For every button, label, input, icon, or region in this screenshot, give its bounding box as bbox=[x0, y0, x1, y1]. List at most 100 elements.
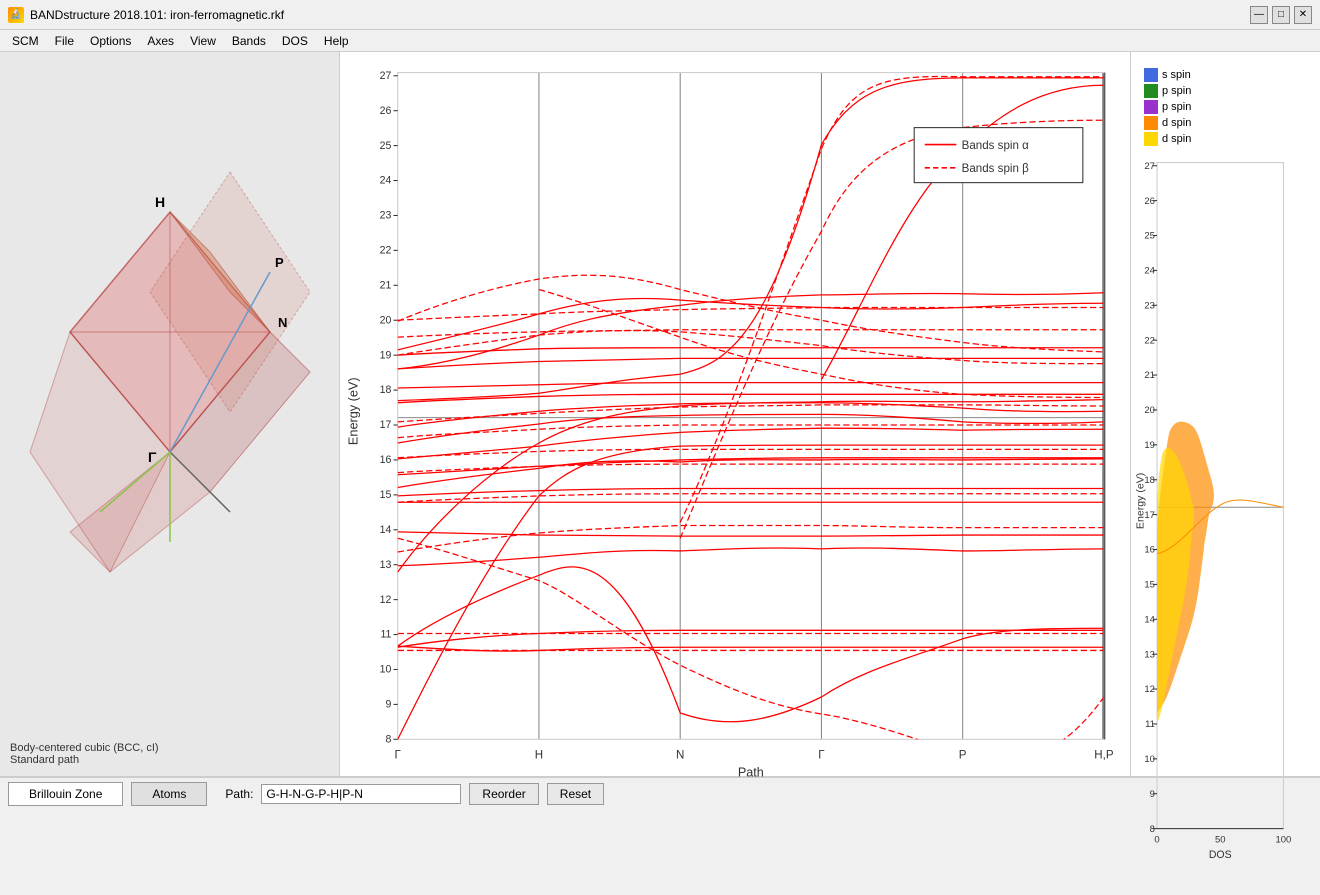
svg-text:Γ: Γ bbox=[818, 748, 825, 761]
minimize-button[interactable]: — bbox=[1250, 6, 1268, 24]
dos-label-d-spin1: d spin bbox=[1162, 117, 1191, 129]
svg-text:16: 16 bbox=[1144, 545, 1155, 556]
dos-color-p-spin2 bbox=[1144, 100, 1158, 114]
svg-text:17: 17 bbox=[380, 419, 392, 431]
svg-text:11: 11 bbox=[1145, 719, 1155, 730]
svg-text:H: H bbox=[535, 748, 543, 761]
dos-label-p-spin2: p spin bbox=[1162, 101, 1191, 113]
path-label: Path: bbox=[225, 787, 253, 801]
left-panel: H N Γ P Body-centered cubic (BCC, cI) St… bbox=[0, 52, 340, 776]
svg-text:10: 10 bbox=[380, 664, 392, 676]
main-content: H N Γ P Body-centered cubic (BCC, cI) St… bbox=[0, 52, 1320, 776]
svg-text:9: 9 bbox=[386, 699, 392, 711]
svg-text:23: 23 bbox=[1144, 300, 1155, 311]
svg-text:Energy (eV): Energy (eV) bbox=[347, 377, 361, 445]
svg-text:23: 23 bbox=[380, 210, 392, 222]
app-icon: 🔬 bbox=[8, 7, 24, 23]
svg-text:19: 19 bbox=[380, 349, 392, 361]
menu-axes[interactable]: Axes bbox=[139, 32, 182, 50]
svg-text:DOS: DOS bbox=[1209, 849, 1232, 861]
svg-text:22: 22 bbox=[1144, 335, 1155, 346]
svg-text:15: 15 bbox=[380, 489, 392, 501]
dos-legend-d-spin1: d spin bbox=[1144, 116, 1307, 130]
svg-text:26: 26 bbox=[1144, 196, 1155, 207]
menu-options[interactable]: Options bbox=[82, 32, 139, 50]
svg-text:14: 14 bbox=[380, 524, 392, 536]
svg-text:25: 25 bbox=[380, 140, 392, 152]
svg-text:8: 8 bbox=[386, 733, 392, 745]
menu-dos[interactable]: DOS bbox=[274, 32, 316, 50]
bz-label2: Standard path bbox=[10, 754, 329, 766]
svg-text:20: 20 bbox=[380, 314, 392, 326]
svg-text:H: H bbox=[155, 194, 165, 210]
menu-bar: SCM File Options Axes View Bands DOS Hel… bbox=[0, 30, 1320, 52]
dos-label-s-spin: s spin bbox=[1162, 69, 1191, 81]
svg-text:P: P bbox=[959, 748, 967, 761]
svg-text:19: 19 bbox=[1144, 440, 1155, 451]
dos-color-d-spin1 bbox=[1144, 116, 1158, 130]
bz-info: Body-centered cubic (BCC, cI) Standard p… bbox=[10, 742, 329, 766]
menu-scm[interactable]: SCM bbox=[4, 32, 47, 50]
svg-text:N: N bbox=[278, 315, 287, 330]
svg-text:Bands spin α: Bands spin α bbox=[962, 139, 1030, 152]
svg-text:13: 13 bbox=[380, 559, 392, 571]
window-title: BANDstructure 2018.101: iron-ferromagnet… bbox=[30, 8, 284, 22]
menu-bands[interactable]: Bands bbox=[224, 32, 274, 50]
svg-text:22: 22 bbox=[380, 245, 392, 257]
svg-text:21: 21 bbox=[380, 279, 392, 291]
svg-text:100: 100 bbox=[1276, 834, 1292, 845]
title-bar-controls[interactable]: — □ ✕ bbox=[1250, 6, 1312, 24]
svg-text:24: 24 bbox=[1144, 266, 1155, 277]
svg-text:8: 8 bbox=[1150, 824, 1155, 835]
svg-text:12: 12 bbox=[1144, 684, 1155, 695]
close-button[interactable]: ✕ bbox=[1294, 6, 1312, 24]
svg-text:16: 16 bbox=[380, 454, 392, 466]
svg-text:14: 14 bbox=[1144, 614, 1155, 625]
svg-text:Γ: Γ bbox=[148, 449, 157, 465]
dos-legend-s-spin: s spin bbox=[1144, 68, 1307, 82]
dos-label-p-spin1: p spin bbox=[1162, 85, 1191, 97]
svg-text:H,P: H,P bbox=[1094, 748, 1114, 761]
bz-label1: Body-centered cubic (BCC, cI) bbox=[10, 742, 329, 754]
bz-canvas[interactable]: H N Γ P bbox=[10, 62, 329, 742]
svg-text:21: 21 bbox=[1144, 370, 1155, 381]
svg-text:Energy (eV): Energy (eV) bbox=[1134, 473, 1146, 529]
dos-legend-p-spin1: p spin bbox=[1144, 84, 1307, 98]
svg-text:24: 24 bbox=[380, 175, 392, 187]
svg-text:50: 50 bbox=[1215, 834, 1226, 845]
svg-text:27: 27 bbox=[1144, 161, 1155, 172]
center-panel: 8 9 10 11 12 13 14 15 16 17 18 19 20 21 … bbox=[340, 52, 1130, 776]
svg-text:12: 12 bbox=[380, 594, 392, 606]
svg-text:18: 18 bbox=[380, 384, 392, 396]
dos-legend: s spin p spin p spin d spin d spin bbox=[1136, 62, 1315, 152]
dos-chart[interactable]: 8 9 10 11 12 13 14 15 16 17 18 19 20 21 … bbox=[1136, 152, 1315, 892]
right-panel: s spin p spin p spin d spin d spin bbox=[1130, 52, 1320, 776]
dos-label-d-spin2: d spin bbox=[1162, 133, 1191, 145]
svg-text:9: 9 bbox=[1150, 789, 1155, 800]
svg-text:20: 20 bbox=[1144, 405, 1155, 416]
svg-text:15: 15 bbox=[1144, 580, 1155, 591]
svg-text:Path: Path bbox=[738, 765, 764, 779]
band-chart[interactable]: 8 9 10 11 12 13 14 15 16 17 18 19 20 21 … bbox=[345, 62, 1125, 803]
dos-color-s-spin bbox=[1144, 68, 1158, 82]
svg-text:13: 13 bbox=[1144, 649, 1155, 660]
menu-file[interactable]: File bbox=[47, 32, 82, 50]
brillouin-zone-tab[interactable]: Brillouin Zone bbox=[8, 782, 123, 806]
svg-text:Γ: Γ bbox=[395, 748, 402, 761]
title-bar-left: 🔬 BANDstructure 2018.101: iron-ferromagn… bbox=[8, 7, 284, 23]
dos-legend-d-spin2: d spin bbox=[1144, 132, 1307, 146]
svg-text:26: 26 bbox=[380, 105, 392, 117]
svg-text:P: P bbox=[275, 255, 284, 270]
menu-view[interactable]: View bbox=[182, 32, 224, 50]
svg-text:11: 11 bbox=[380, 629, 391, 641]
svg-text:0: 0 bbox=[1154, 834, 1159, 845]
svg-text:10: 10 bbox=[1144, 754, 1155, 765]
svg-text:25: 25 bbox=[1144, 231, 1155, 242]
maximize-button[interactable]: □ bbox=[1272, 6, 1290, 24]
dos-legend-p-spin2: p spin bbox=[1144, 100, 1307, 114]
dos-color-p-spin1 bbox=[1144, 84, 1158, 98]
atoms-tab[interactable]: Atoms bbox=[131, 782, 207, 806]
menu-help[interactable]: Help bbox=[316, 32, 357, 50]
title-bar: 🔬 BANDstructure 2018.101: iron-ferromagn… bbox=[0, 0, 1320, 30]
svg-text:N: N bbox=[676, 748, 684, 761]
